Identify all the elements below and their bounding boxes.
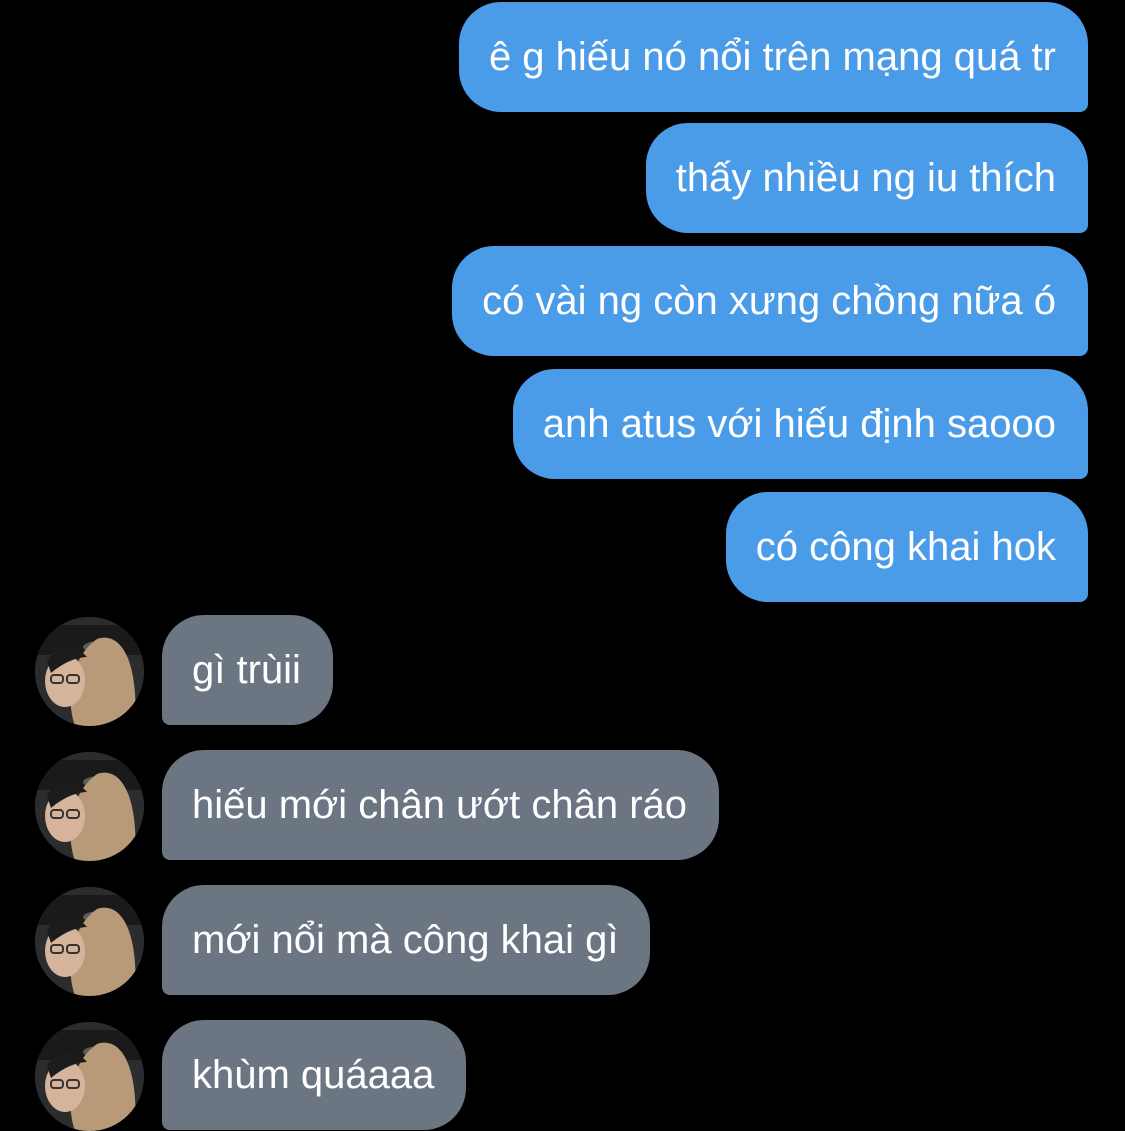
contact-avatar[interactable] [35,1022,144,1131]
sent-message[interactable]: có vài ng còn xưng chồng nữa ó [452,246,1088,356]
person-in-hoodie-avatar-icon [35,752,144,861]
received-message[interactable]: gì trùii [162,615,333,725]
message-text: thấy nhiều ng iu thích [675,156,1056,200]
message-text: gì trùii [192,648,301,692]
received-message[interactable]: khùm quáaaa [162,1020,467,1130]
person-in-hoodie-avatar-icon [35,887,144,996]
message-text: khùm quáaaa [192,1053,435,1097]
sent-message[interactable]: có công khai hok [725,492,1088,602]
sent-message[interactable]: thấy nhiều ng iu thích [645,123,1088,233]
message-text: anh atus với hiếu định saooo [542,402,1056,446]
contact-avatar[interactable] [35,887,144,996]
person-in-hoodie-avatar-icon [35,1022,144,1131]
contact-avatar[interactable] [35,752,144,861]
message-text: ê g hiếu nó nổi trên mạng quá tr [488,35,1056,79]
sent-message[interactable]: anh atus với hiếu định saooo [512,369,1088,479]
message-text: có vài ng còn xưng chồng nữa ó [482,279,1056,323]
message-text: có công khai hok [755,525,1056,569]
received-message[interactable]: hiếu mới chân ướt chân ráo [162,750,720,860]
message-text: hiếu mới chân ướt chân ráo [192,783,688,827]
contact-avatar[interactable] [35,617,144,726]
received-message[interactable]: mới nổi mà công khai gì [162,885,651,995]
person-in-hoodie-avatar-icon [35,617,144,726]
message-text: mới nổi mà công khai gì [192,918,619,962]
sent-message[interactable]: ê g hiếu nó nổi trên mạng quá tr [458,2,1088,112]
